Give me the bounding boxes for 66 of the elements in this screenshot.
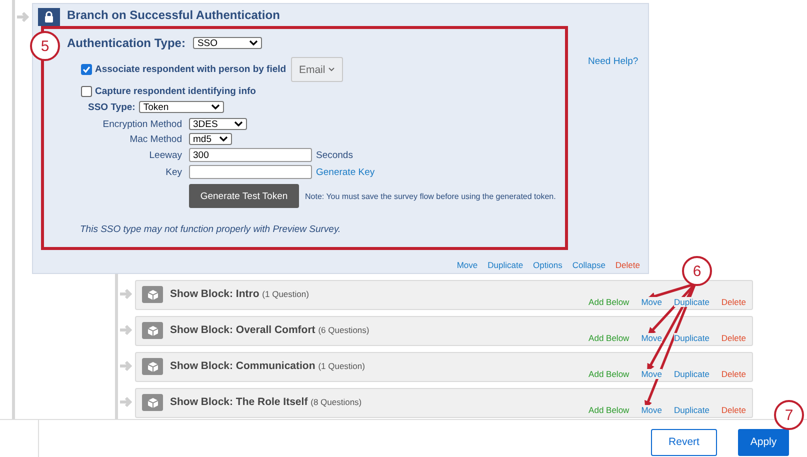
generate-token-button[interactable]: Generate Test Token — [189, 184, 299, 208]
field-label: Encryption Method — [102, 118, 182, 130]
step-marker: 6 — [682, 256, 712, 286]
text-field[interactable]: 300 — [189, 148, 312, 162]
block-title: Show Block: Intro (1 Question) — [170, 288, 309, 300]
cube-icon — [142, 286, 163, 303]
action-link[interactable]: Move — [641, 333, 662, 343]
note-text: Note: You must save the survey flow before using the generated token. — [305, 192, 556, 200]
field-dropdown[interactable]: Email — [291, 57, 344, 82]
step-marker: 7 — [774, 400, 804, 430]
lock-icon — [38, 8, 60, 26]
caret-icon — [328, 67, 336, 72]
auth-type-dropdown[interactable]: SSO — [193, 37, 262, 49]
revert-button[interactable]: Revert — [651, 428, 717, 456]
checkbox[interactable] — [81, 64, 92, 75]
help-link[interactable]: Need Help? — [588, 56, 638, 250]
action-link[interactable]: Delete — [615, 260, 640, 270]
connector-arrow-icon — [120, 396, 132, 408]
field-label: Authentication Type: — [67, 36, 186, 50]
action-link[interactable]: Move — [456, 260, 478, 270]
warning-text: This SSO type may not function properly with Preview Survey. — [80, 224, 342, 235]
action-link[interactable]: Add Below — [588, 405, 630, 415]
field-label: Leeway — [148, 150, 182, 160]
action-link[interactable]: Move — [641, 297, 662, 307]
action-link[interactable]: Add Below — [588, 369, 630, 379]
block-title: Show Block: The Role Itself (8 Questions) — [170, 396, 362, 408]
caret-icon — [249, 40, 258, 46]
checkbox-label: Capture respondent identifying info — [95, 86, 256, 97]
apply-button[interactable]: Apply — [738, 428, 789, 456]
action-link[interactable]: Duplicate — [674, 297, 710, 307]
sso-type-dropdown[interactable]: Token — [139, 101, 224, 113]
caret-icon — [211, 104, 220, 110]
field-label: Key — [164, 166, 182, 178]
connector-arrow-icon — [120, 288, 132, 300]
action-link[interactable]: Duplicate — [488, 260, 524, 270]
action-link[interactable]: Move — [641, 405, 662, 415]
action-link[interactable]: Duplicate — [674, 405, 710, 415]
action-link[interactable]: Collapse — [572, 260, 606, 270]
text-field[interactable] — [189, 165, 312, 179]
cube-icon — [142, 394, 163, 411]
action-link[interactable]: Add Below — [588, 333, 630, 343]
field-label: SSO Type: — [88, 102, 136, 112]
unit-label: Seconds — [316, 150, 353, 160]
action-link[interactable]: Delete — [721, 405, 746, 415]
connector-arrow-icon — [120, 324, 132, 336]
connector-arrow-icon — [17, 11, 29, 23]
action-link[interactable]: Delete — [721, 297, 746, 307]
action-link[interactable]: Delete — [721, 369, 746, 379]
field-label: Mac Method — [128, 134, 182, 144]
cube-icon — [142, 358, 163, 375]
method-dropdown[interactable]: 3DES — [189, 118, 247, 130]
branch-title: Branch on Successful Authentication — [67, 8, 280, 22]
generate-key-link[interactable]: Generate Key — [316, 166, 375, 178]
block-title: Show Block: Communication (1 Question) — [170, 360, 365, 372]
action-link[interactable]: Add Below — [588, 297, 630, 307]
action-link[interactable]: Duplicate — [674, 369, 710, 379]
method-dropdown[interactable]: md5 — [189, 133, 232, 145]
action-link[interactable]: Delete — [721, 333, 746, 343]
action-link[interactable]: Move — [641, 369, 662, 379]
checkbox-label: Associate respondent with person by field — [95, 64, 286, 75]
checkbox[interactable] — [81, 86, 92, 97]
cube-icon — [142, 322, 163, 339]
action-link[interactable]: Options — [533, 260, 562, 270]
block-title: Show Block: Overall Comfort (6 Questions) — [170, 324, 370, 336]
connector-arrow-icon — [120, 360, 132, 372]
action-link[interactable]: Duplicate — [674, 333, 710, 343]
